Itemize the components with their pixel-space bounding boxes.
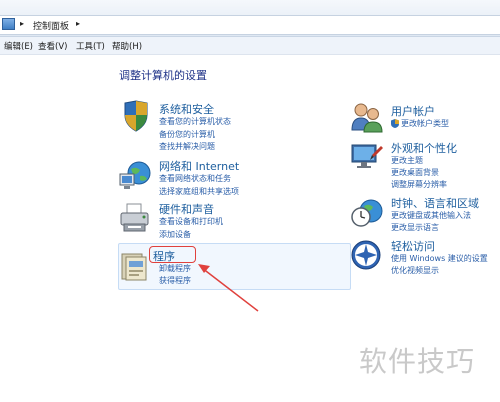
watermark-text: 软件技巧: [359, 345, 476, 378]
